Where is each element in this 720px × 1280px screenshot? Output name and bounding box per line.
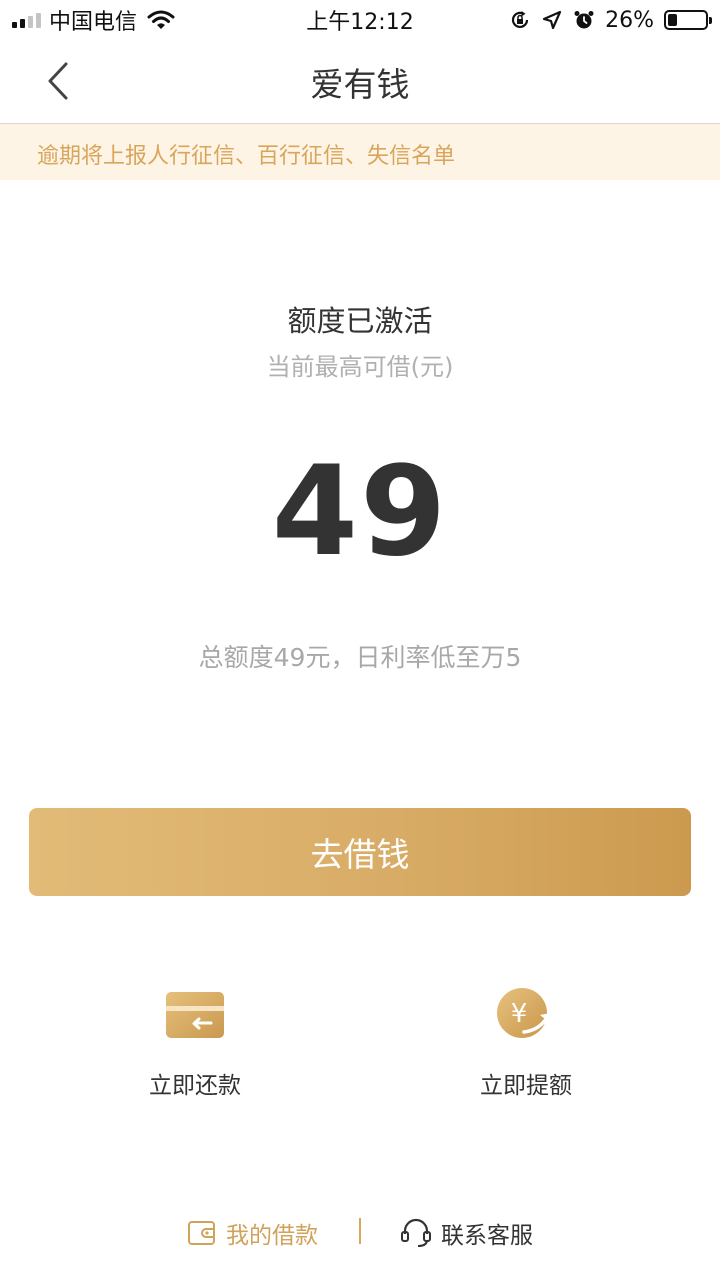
raise-limit-action[interactable]: ¥ 立即提额: [426, 986, 626, 1100]
card-repay-icon: [166, 992, 224, 1038]
footer-divider: [359, 1218, 361, 1244]
yuan-raise-icon: ¥: [497, 988, 550, 1038]
headset-icon: [401, 1218, 431, 1247]
borrow-button[interactable]: 去借钱: [29, 808, 691, 896]
customer-service-label: 联系客服: [441, 1223, 533, 1249]
alarm-icon: [574, 11, 594, 29]
customer-service-link[interactable]: 联系客服: [400, 1216, 533, 1250]
battery-icon: [664, 10, 712, 30]
notice-text: 逾期将上报人行征信、百行征信、失信名单: [37, 144, 456, 169]
credit-amount: 49: [271, 440, 449, 584]
raise-limit-label: 立即提额: [480, 1073, 572, 1099]
repay-now-label: 立即还款: [149, 1073, 241, 1099]
repay-now-action[interactable]: 立即还款: [95, 986, 295, 1100]
footer-links: 我的借款 联系客服: [0, 1208, 720, 1258]
page-title: 爱有钱: [310, 65, 410, 104]
nav-bar: 爱有钱: [0, 40, 720, 124]
my-loans-label: 我的借款: [226, 1223, 318, 1249]
credit-subtitle: 当前最高可借(元): [266, 353, 454, 381]
borrow-button-label: 去借钱: [310, 835, 410, 874]
battery-level: [668, 14, 677, 26]
my-loans-link[interactable]: 我的借款: [187, 1216, 318, 1250]
status-bar-right: 26%: [509, 6, 712, 34]
notice-banner: 逾期将上报人行征信、百行征信、失信名单: [0, 124, 720, 180]
status-bar: 中国电信 上午12:12 26%: [0, 0, 720, 40]
wallet-icon: [188, 1221, 215, 1245]
rotation-lock-icon: [512, 11, 529, 29]
battery-percent: 26%: [605, 7, 654, 33]
location-icon: [542, 10, 562, 30]
svg-text:¥: ¥: [511, 999, 528, 1029]
credit-status-title: 额度已激活: [287, 304, 433, 338]
credit-info-text: 总额度49元，日利率低至万5: [198, 643, 522, 672]
